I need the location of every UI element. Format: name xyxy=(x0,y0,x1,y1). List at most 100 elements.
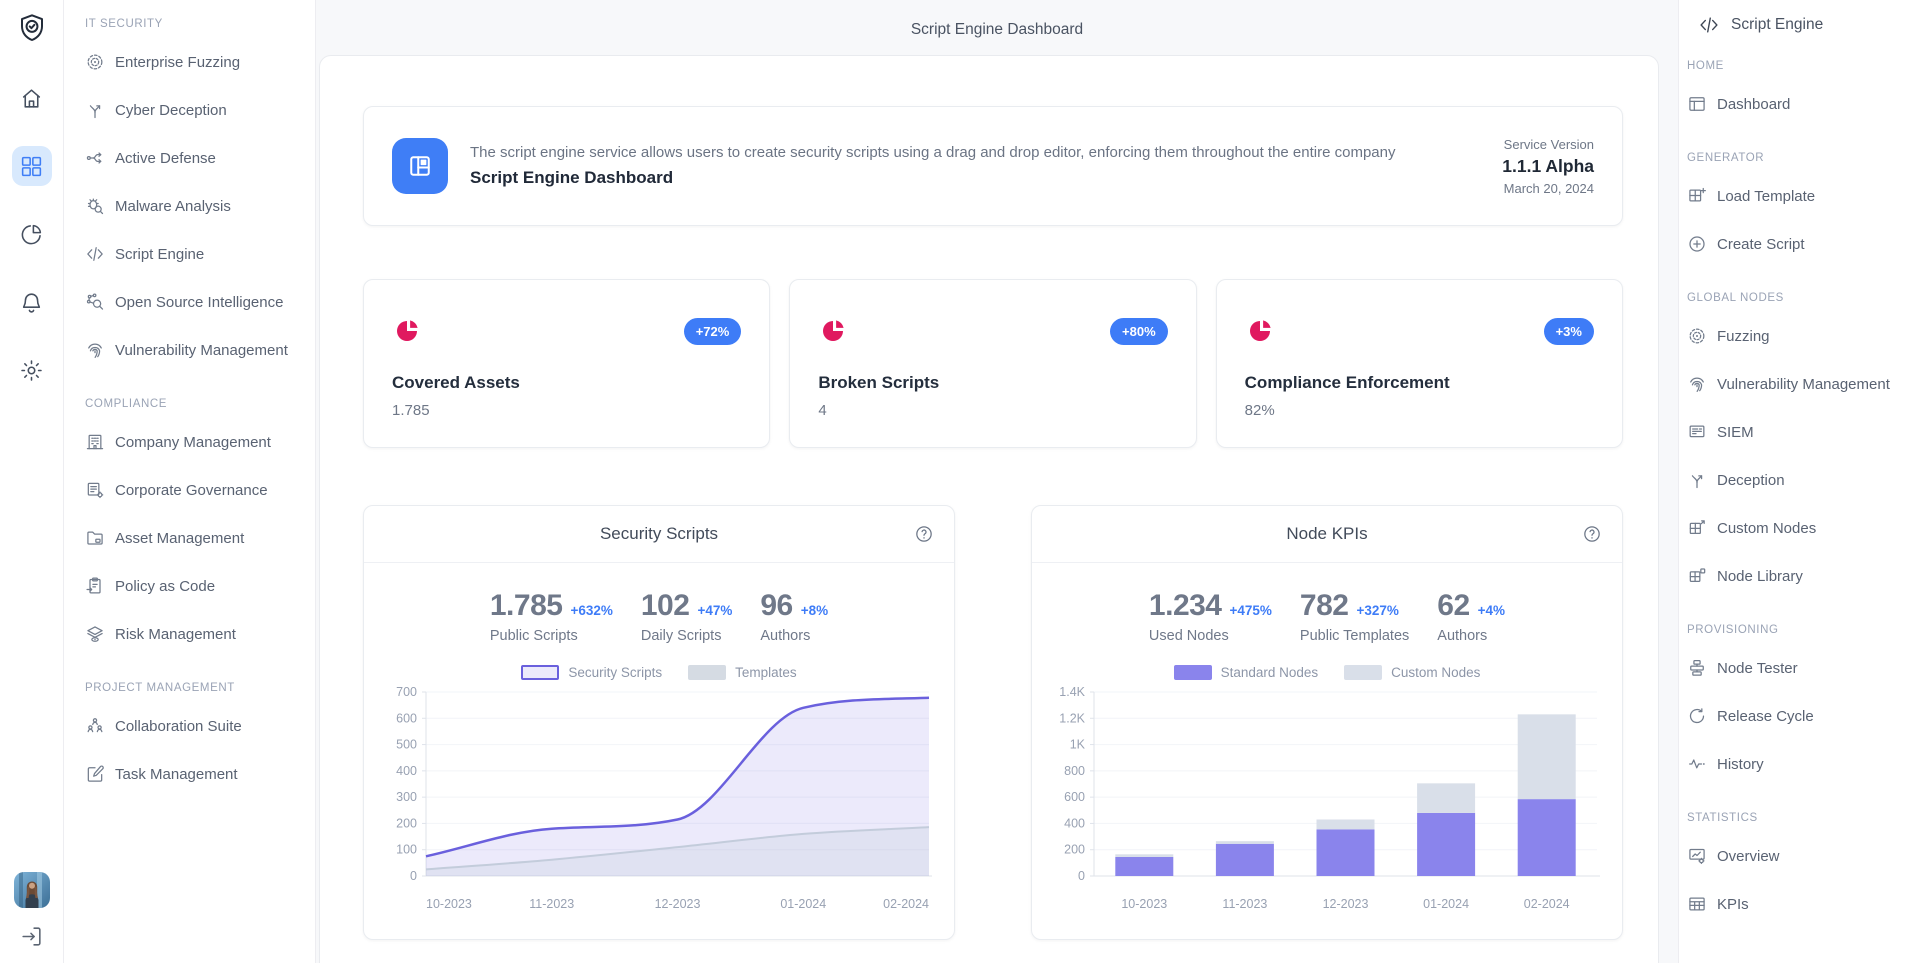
stat-card-broken-scripts: +80%Broken Scripts4 xyxy=(789,279,1196,448)
rail-button-pie-chart-icon[interactable] xyxy=(12,214,52,254)
legend-label: Templates xyxy=(735,665,797,680)
stat-delta: +327% xyxy=(1356,603,1398,618)
rightbar-item-dashboard[interactable]: Dashboard xyxy=(1687,80,1912,128)
sidebar-section-label: IT SECURITY xyxy=(85,18,305,30)
sidebar-item-collaboration-suite[interactable]: Collaboration Suite xyxy=(85,702,305,750)
rail-button-apps-grid-icon[interactable] xyxy=(12,146,52,186)
x-tick-label: 12-2023 xyxy=(655,897,701,911)
rail-button-gear-icon[interactable] xyxy=(12,350,52,390)
code-icon xyxy=(1698,14,1720,36)
rightbar-item-deception[interactable]: Deception xyxy=(1687,456,1912,504)
stat-label: Authors xyxy=(760,628,828,644)
history-icon xyxy=(1687,754,1707,774)
logout-icon[interactable] xyxy=(19,924,44,949)
sidebar-item-task-management[interactable]: Task Management xyxy=(85,750,305,798)
sidebar-item-malware-analysis[interactable]: Malware Analysis xyxy=(85,182,305,230)
stat-label: Public Templates xyxy=(1300,628,1409,644)
sidebar-item-vulnerability-management[interactable]: Vulnerability Management xyxy=(85,326,305,374)
header-card: The script engine service allows users t… xyxy=(363,106,1623,226)
rightbar-item-fuzzing[interactable]: Fuzzing xyxy=(1687,312,1912,360)
gear-icon xyxy=(19,358,44,383)
building-icon xyxy=(85,432,105,452)
rightbar-item-node-tester[interactable]: Node Tester xyxy=(1687,644,1912,692)
service-version-label: Service Version xyxy=(1502,137,1594,152)
chart-stat-daily-scripts: 102 +47% Daily Scripts xyxy=(641,589,732,644)
rightbar-section-label: PROVISIONING xyxy=(1687,624,1912,636)
pie-slice-icon xyxy=(1245,316,1275,346)
sidebar-item-policy-as-code[interactable]: Policy as Code xyxy=(85,562,305,610)
governance-icon xyxy=(85,480,105,500)
rail-button-bell-icon[interactable] xyxy=(12,282,52,322)
legend-item-templates[interactable]: Templates xyxy=(688,665,797,680)
bar-standard xyxy=(1317,829,1375,876)
rightbar-item-kpis[interactable]: KPIs xyxy=(1687,880,1912,928)
shield-logo-icon[interactable] xyxy=(16,12,48,44)
service-version-value: 1.1.1 Alpha xyxy=(1502,156,1594,177)
stat-value: 782 xyxy=(1300,589,1349,623)
sidebar-item-cyber-deception[interactable]: Cyber Deception xyxy=(85,86,305,134)
code-icon xyxy=(85,244,105,264)
sidebar-item-active-defense[interactable]: Active Defense xyxy=(85,134,305,182)
nav-item-label: Cyber Deception xyxy=(115,102,227,119)
rightbar-item-vulnerability-management[interactable]: Vulnerability Management xyxy=(1687,360,1912,408)
legend-swatch xyxy=(1344,665,1382,680)
legend-label: Security Scripts xyxy=(568,665,662,680)
legend-item-security-scripts[interactable]: Security Scripts xyxy=(521,665,662,680)
sidebar-item-enterprise-fuzzing[interactable]: Enterprise Fuzzing xyxy=(85,38,305,86)
chart-stats-row: 1.785+632%Public Scripts102+47%Daily Scr… xyxy=(364,563,954,644)
overview-icon xyxy=(1687,846,1707,866)
nav-item-label: Custom Nodes xyxy=(1717,520,1816,537)
stat-delta: +47% xyxy=(697,603,732,618)
help-icon[interactable] xyxy=(1582,524,1602,544)
pie-chart-icon xyxy=(19,222,44,247)
x-tick-label: 02-2024 xyxy=(1524,897,1570,911)
nav-item-label: Collaboration Suite xyxy=(115,718,242,735)
stat-card-title: Compliance Enforcement xyxy=(1245,373,1594,393)
legend-item-standard-nodes[interactable]: Standard Nodes xyxy=(1174,665,1319,680)
sidebar-item-script-engine[interactable]: Script Engine xyxy=(85,230,305,278)
rightbar-item-custom-nodes[interactable]: Custom Nodes xyxy=(1687,504,1912,552)
sidebar-item-asset-management[interactable]: Asset Management xyxy=(85,514,305,562)
pie-slice-icon xyxy=(818,316,848,346)
rightbar-item-history[interactable]: History xyxy=(1687,740,1912,788)
stat-card-value: 82% xyxy=(1245,402,1594,419)
sidebar-section-label: COMPLIANCE xyxy=(85,398,305,410)
rail-button-home-icon[interactable] xyxy=(12,78,52,118)
rightbar-item-node-library[interactable]: Node Library xyxy=(1687,552,1912,600)
y-tick-label: 200 xyxy=(396,816,417,830)
rightbar-item-create-script[interactable]: Create Script xyxy=(1687,220,1912,268)
rightbar-section-label: GLOBAL NODES xyxy=(1687,292,1912,304)
create-script-icon xyxy=(1687,234,1707,254)
y-tick-label: 1K xyxy=(1070,738,1086,752)
stat-value: 102 xyxy=(641,589,690,623)
nav-item-label: Deception xyxy=(1717,472,1785,489)
stat-delta: +475% xyxy=(1230,603,1272,618)
rightbar-item-overview[interactable]: Overview xyxy=(1687,832,1912,880)
user-avatar[interactable] xyxy=(14,872,50,908)
node-kpis-chart-svg: 02004006008001K1.2K1.4K10-202311-202312-… xyxy=(1054,686,1602,924)
chart-stat-public-templates: 782 +327% Public Templates xyxy=(1300,589,1409,644)
nav-item-label: Vulnerability Management xyxy=(115,342,288,359)
x-tick-label: 10-2023 xyxy=(426,897,472,911)
rightbar-item-siem[interactable]: SIEM xyxy=(1687,408,1912,456)
sidebar-item-corporate-governance[interactable]: Corporate Governance xyxy=(85,466,305,514)
sidebar-item-risk-management[interactable]: Risk Management xyxy=(85,610,305,658)
bar-standard xyxy=(1115,857,1173,876)
kpis-icon xyxy=(1687,894,1707,914)
sidebar-item-open-source-intelligence[interactable]: Open Source Intelligence xyxy=(85,278,305,326)
stat-badge: +3% xyxy=(1544,318,1594,345)
fingerprint-icon xyxy=(1687,374,1707,394)
rightbar-item-load-template[interactable]: Load Template xyxy=(1687,172,1912,220)
stat-label: Daily Scripts xyxy=(641,628,732,644)
help-icon[interactable] xyxy=(914,524,934,544)
nav-item-label: Task Management xyxy=(115,766,238,783)
nav-item-label: SIEM xyxy=(1717,424,1754,441)
x-tick-label: 11-2023 xyxy=(1222,897,1267,911)
nav-item-label: Dashboard xyxy=(1717,96,1790,113)
y-tick-label: 300 xyxy=(396,790,417,804)
stat-badge: +72% xyxy=(684,318,742,345)
folder-icon xyxy=(85,528,105,548)
rightbar-item-release-cycle[interactable]: Release Cycle xyxy=(1687,692,1912,740)
legend-item-custom-nodes[interactable]: Custom Nodes xyxy=(1344,665,1480,680)
sidebar-item-company-management[interactable]: Company Management xyxy=(85,418,305,466)
